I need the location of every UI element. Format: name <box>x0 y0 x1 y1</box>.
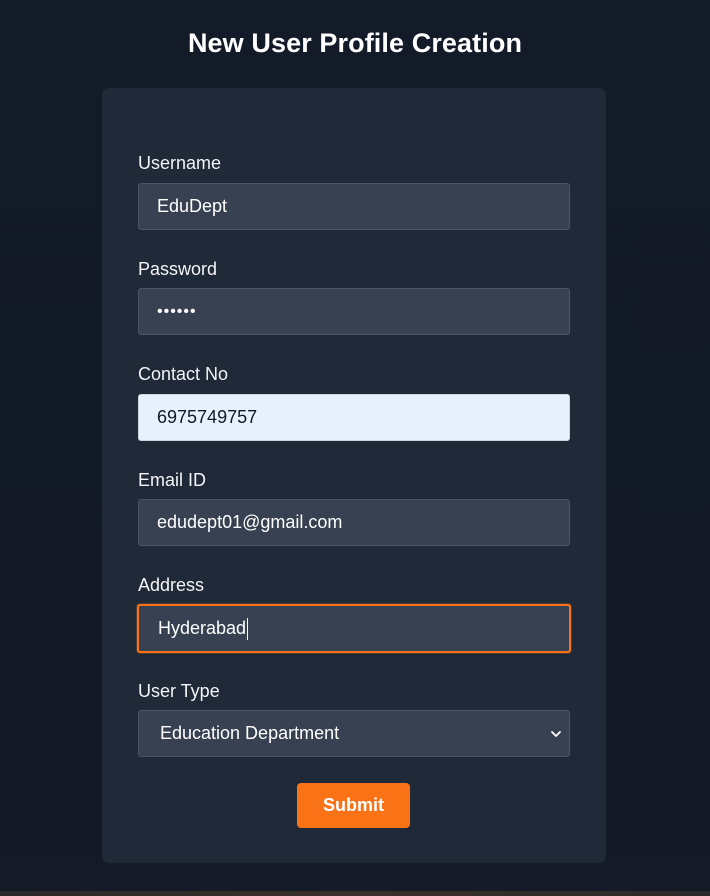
password-input[interactable]: •••••• <box>138 288 570 335</box>
email-value: edudept01@gmail.com <box>157 512 343 532</box>
email-input[interactable]: edudept01@gmail.com <box>138 499 570 546</box>
submit-button[interactable]: Submit <box>297 783 410 828</box>
user-type-label: User Type <box>138 681 220 701</box>
profile-form-card: Username EduDept Password •••••• Contact… <box>102 88 606 863</box>
username-value: EduDept <box>157 196 228 216</box>
page: New User Profile Creation Username EduDe… <box>0 0 710 896</box>
password-label: Password <box>138 259 218 279</box>
email-label: Email ID <box>138 470 207 490</box>
address-value: Hyderabad <box>158 618 247 638</box>
page-title: New User Profile Creation <box>187 28 523 58</box>
contact-label: Contact No <box>138 364 229 384</box>
address-input[interactable]: Hyderabad <box>137 604 571 653</box>
user-type-selected: Education Department <box>160 723 340 743</box>
contact-input[interactable]: 6975749757 <box>138 394 570 441</box>
chevron-down-icon <box>551 730 561 737</box>
contact-value: 6975749757 <box>157 407 258 427</box>
bottom-edge-strip <box>0 891 710 896</box>
password-masked-value: •••••• <box>157 302 197 320</box>
address-label: Address <box>138 575 205 595</box>
text-caret <box>247 617 249 640</box>
user-type-select[interactable]: Education Department <box>138 710 570 757</box>
username-label: Username <box>138 153 222 173</box>
username-input[interactable]: EduDept <box>138 183 570 230</box>
